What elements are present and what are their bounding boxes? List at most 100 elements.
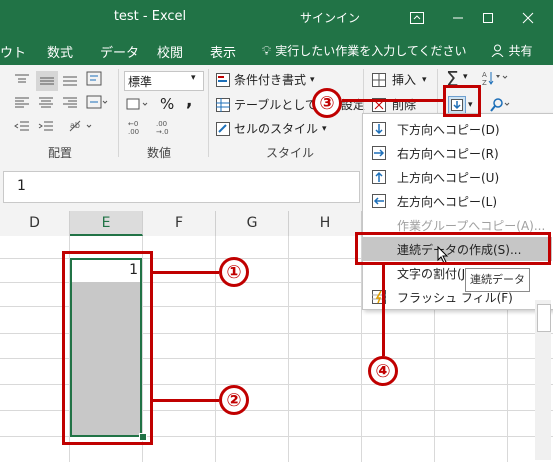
arrow-left-icon <box>371 193 387 209</box>
callout-box-series-item <box>355 232 551 265</box>
svg-text:.00: .00 <box>156 120 167 128</box>
decrease-decimal-icon[interactable]: .00 →.0 <box>156 119 176 138</box>
align-bottom-icon[interactable] <box>62 73 78 90</box>
cell-styles-icon <box>216 121 230 136</box>
arrow-up-icon <box>371 169 387 185</box>
share-label: 共有 <box>508 43 533 58</box>
number-format-select[interactable]: 標準 ▾ <box>124 71 204 91</box>
comma-style-button[interactable]: , <box>186 91 192 111</box>
svg-text:→.0: →.0 <box>156 128 169 135</box>
maximize-icon[interactable] <box>471 0 505 35</box>
callout-box-range <box>62 251 153 445</box>
sort-filter-icon[interactable]: AZ <box>482 70 508 89</box>
cell-styles-button[interactable]: セルのスタイル ▾ <box>216 120 327 137</box>
svg-text:Z: Z <box>482 79 487 86</box>
menu-item-label: 上方向へコピー(U) <box>397 170 500 185</box>
svg-text:A: A <box>482 71 487 79</box>
column-header-d[interactable]: D <box>0 211 70 236</box>
conditional-format-button[interactable]: 条件付き書式 ▾ <box>216 71 315 88</box>
merge-center-icon[interactable] <box>86 95 108 112</box>
group-label-styles: スタイル <box>265 146 314 160</box>
column-header-e[interactable]: E <box>70 211 143 236</box>
vertical-scrollbar[interactable] <box>535 300 551 460</box>
number-format-value: 標準 <box>128 75 153 89</box>
callout-line <box>151 399 219 402</box>
tell-me-text: 実行したい作業を入力してください <box>275 44 467 58</box>
conditional-format-label: 条件付き書式 <box>234 73 307 87</box>
column-header-h[interactable]: H <box>289 211 362 236</box>
cell-styles-label: セルのスタイル <box>234 122 319 136</box>
align-center-icon[interactable] <box>38 97 54 112</box>
menu-item-fill-down[interactable]: 下方向へコピー(D) <box>363 117 552 141</box>
menu-item-fill-up[interactable]: 上方向へコピー(U) <box>363 165 552 189</box>
menu-item-fill-left[interactable]: 左方向へコピー(L) <box>363 189 552 213</box>
formula-value: 1 <box>17 178 26 194</box>
ribbon-tabs: ウト 数式 データ 校閲 表示 💡︎ 実行したい作業を入力してください 共有 <box>0 35 553 65</box>
percent-style-button[interactable]: % <box>160 95 174 113</box>
ribbon-display-icon[interactable] <box>400 0 434 35</box>
align-top-icon[interactable] <box>14 73 30 90</box>
align-left-icon[interactable] <box>14 97 30 112</box>
decrease-indent-icon[interactable] <box>14 121 30 136</box>
chevron-down-icon: ▾ <box>422 74 427 85</box>
svg-text:ab: ab <box>70 121 80 130</box>
chevron-down-icon: ▾ <box>191 73 196 83</box>
separator <box>118 69 119 157</box>
separator <box>208 69 209 157</box>
tooltip: 連続データ <box>465 268 530 292</box>
table-icon <box>216 97 230 112</box>
svg-text:.00: .00 <box>128 128 139 135</box>
chevron-down-icon[interactable]: ▾ <box>463 72 468 82</box>
svg-text:←0: ←0 <box>128 120 138 128</box>
signin-link[interactable]: サインイン <box>300 9 360 26</box>
menu-item-fill-right[interactable]: 右方向へコピー(R) <box>363 141 552 165</box>
scrollbar-thumb[interactable] <box>537 304 551 332</box>
callout-badge-1: ① <box>219 257 249 287</box>
group-label-alignment: 配置 <box>47 146 72 160</box>
callout-badge-4: ④ <box>368 356 398 386</box>
callout-badge-3: ③ <box>312 88 342 118</box>
menu-item-label: 右方向へコピー(R) <box>397 146 499 161</box>
group-label-number: 数値 <box>146 146 171 160</box>
orientation-icon[interactable]: ab <box>68 119 94 136</box>
callout-box-fill-button <box>443 85 481 117</box>
align-right-icon[interactable] <box>62 97 78 112</box>
gridline <box>215 236 216 462</box>
column-header-f[interactable]: F <box>143 211 216 236</box>
conditional-format-icon <box>216 72 230 87</box>
gridline <box>288 236 289 462</box>
tab-formulas[interactable]: 数式 <box>47 42 73 61</box>
insert-label: 挿入 <box>392 73 417 87</box>
tab-review[interactable]: 校閲 <box>157 42 183 61</box>
wrap-text-icon[interactable] <box>86 71 104 90</box>
chevron-down-icon: ▾ <box>322 123 327 134</box>
callout-badge-2: ② <box>219 385 249 415</box>
increase-indent-icon[interactable] <box>38 121 54 136</box>
arrow-right-icon <box>371 145 387 161</box>
title-bar: test - Excel サインイン <box>0 0 553 35</box>
accounting-format-icon[interactable] <box>126 97 152 114</box>
insert-button[interactable]: 挿入 ▾ <box>372 71 427 88</box>
person-icon <box>492 44 504 57</box>
tab-page-layout[interactable]: ウト <box>0 42 26 61</box>
increase-decimal-icon[interactable]: ←0.00 <box>128 119 148 138</box>
close-icon[interactable] <box>511 0 545 35</box>
window-title: test - Excel <box>113 9 187 24</box>
tell-me-box[interactable]: 💡︎ 実行したい作業を入力してください <box>262 42 467 59</box>
menu-item-label: 左方向へコピー(L) <box>397 194 498 209</box>
tab-data[interactable]: データ <box>100 42 139 61</box>
arrow-down-icon <box>371 121 387 137</box>
formula-input[interactable] <box>3 171 360 203</box>
insert-cells-icon <box>372 72 386 87</box>
share-button[interactable]: 共有 <box>476 38 548 62</box>
menu-item-label: 文字の割付(J) <box>397 266 470 281</box>
column-header-g[interactable]: G <box>216 211 289 236</box>
menu-item-label: 下方向へコピー(D) <box>397 122 500 137</box>
align-middle-icon[interactable] <box>36 71 58 91</box>
blank-icon <box>371 217 387 233</box>
lightbulb-icon: 💡︎ <box>262 44 272 59</box>
menu-item-label: 作業グループへコピー(A)... <box>397 218 546 233</box>
chevron-down-icon: ▾ <box>310 74 315 85</box>
minimize-icon[interactable] <box>441 0 475 35</box>
tab-view[interactable]: 表示 <box>210 42 236 61</box>
